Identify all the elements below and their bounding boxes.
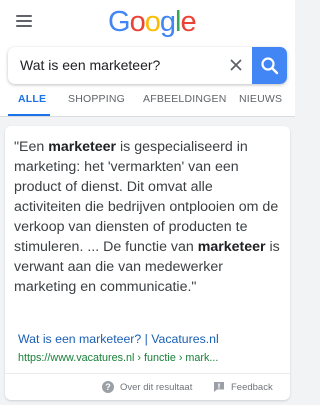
- help-icon: ?: [102, 381, 114, 393]
- header-divider: [0, 116, 295, 117]
- logo-letter-e: e: [180, 6, 196, 38]
- header: Google ALLE SHOPPING AFBEELDINGEN NIEUWS: [0, 0, 295, 117]
- about-result-button[interactable]: ? Over dit resultaat: [102, 381, 192, 393]
- svg-text:?: ?: [105, 382, 111, 392]
- search-button[interactable]: [252, 47, 287, 84]
- about-result-label: Over dit resultaat: [120, 381, 193, 393]
- logo-letter-o2: o: [144, 6, 161, 38]
- snippet-bold-term: marketeer: [197, 239, 266, 255]
- logo-letter-o1: o: [129, 6, 146, 38]
- card-divider: [5, 373, 290, 374]
- clear-icon[interactable]: [228, 57, 244, 73]
- hamburger-menu-icon[interactable]: [16, 15, 32, 27]
- featured-snippet-text: "Een marketeer is gespecialiseerd in mar…: [14, 137, 282, 297]
- tab-nieuws[interactable]: NIEUWS: [239, 93, 282, 105]
- feedback-button[interactable]: Feedback: [213, 381, 273, 393]
- tab-alle[interactable]: ALLE: [18, 93, 46, 105]
- snippet-bold-term: marketeer: [48, 139, 117, 155]
- snippet-part: is gespecialiseerd in marketing: het 've…: [14, 139, 279, 255]
- snippet-part: "Een: [14, 139, 49, 155]
- feedback-label: Feedback: [231, 381, 273, 393]
- logo-letter-g2: g: [159, 6, 176, 38]
- search-input[interactable]: [20, 55, 220, 75]
- tab-afbeeldingen[interactable]: AFBEELDINGEN: [143, 93, 227, 105]
- search-box: [8, 47, 287, 84]
- google-logo[interactable]: Google: [108, 6, 197, 39]
- logo-letter-g: G: [108, 6, 131, 38]
- featured-snippet-card: "Een marketeer is gespecialiseerd in mar…: [5, 126, 290, 400]
- tab-shopping[interactable]: SHOPPING: [68, 93, 125, 105]
- search-tabs: ALLE SHOPPING AFBEELDINGEN NIEUWS: [0, 87, 295, 117]
- feedback-icon: [214, 382, 224, 392]
- result-url[interactable]: https://www.vacatures.nl › functie › mar…: [18, 352, 218, 364]
- search-icon: [261, 57, 279, 75]
- result-title-link[interactable]: Wat is een marketeer? | Vacatures.nl: [18, 332, 219, 346]
